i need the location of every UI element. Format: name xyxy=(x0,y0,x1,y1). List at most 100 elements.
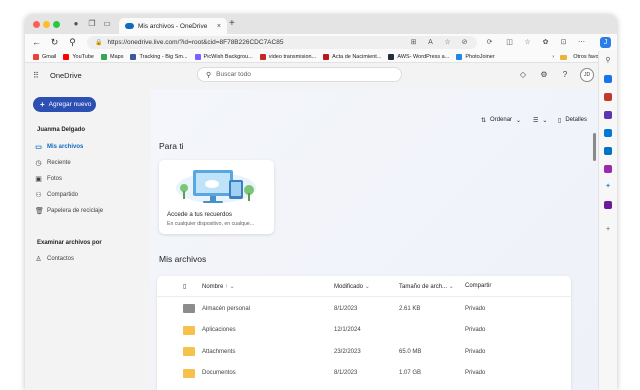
sidebar-tag-icon[interactable] xyxy=(604,75,612,83)
sidebar-add-icon[interactable]: + xyxy=(604,226,612,234)
tab-onedrive[interactable]: Mis archivos - OneDrive × xyxy=(119,18,227,34)
sidebar-copilot-icon[interactable] xyxy=(604,165,612,173)
copilot-icon[interactable]: J xyxy=(600,37,611,48)
sidebar-outlook-icon[interactable] xyxy=(604,147,612,155)
maximize-window-button[interactable] xyxy=(53,21,60,28)
premium-diamond-icon[interactable]: ◇ xyxy=(518,70,528,80)
profile-icon[interactable]: ● xyxy=(71,19,81,29)
file-name[interactable]: Aplicaciones xyxy=(202,327,236,333)
bookmark-favicon-icon xyxy=(323,53,330,60)
nav-item-my-files[interactable]: ▭ Mis archivos xyxy=(35,141,145,153)
app-name[interactable]: OneDrive xyxy=(50,71,82,80)
settings-gear-icon[interactable]: ⚙ xyxy=(539,70,549,80)
memories-illustration xyxy=(176,170,256,203)
bookmark-item[interactable]: PhotoJoiner xyxy=(456,53,495,60)
minimize-window-button[interactable] xyxy=(43,21,50,28)
browser-essentials-icon[interactable]: ⊡ xyxy=(559,38,568,47)
favorite-star-icon[interactable]: ☆ xyxy=(443,38,452,47)
people-icon: ⚇ xyxy=(35,192,42,199)
sidebar-search-icon[interactable]: ⚲ xyxy=(604,57,612,65)
nav-item-contacts[interactable]: ♙ Contactos xyxy=(35,253,145,265)
column-sharing[interactable]: Compartir xyxy=(465,283,491,289)
bookmark-item[interactable]: AWS- WordPress a... xyxy=(388,53,450,60)
bookmark-item[interactable]: YouTube xyxy=(63,53,94,60)
search-box[interactable]: ⚲ Buscar todo xyxy=(197,67,402,82)
sidebar-bird-icon[interactable]: ✦ xyxy=(604,183,612,191)
nav-item-photos[interactable]: ▣ Fotos xyxy=(35,173,145,185)
nav-item-shared[interactable]: ⚇ Compartido xyxy=(35,189,145,201)
details-button[interactable]: ▯ Detalles xyxy=(558,115,587,125)
column-label: Nombre xyxy=(202,283,224,290)
bookmark-favicon-icon xyxy=(33,53,39,60)
chevron-down-icon: ⌄ xyxy=(542,117,548,124)
table-row[interactable]: Aplicaciones 12/1/2024 Privado xyxy=(157,320,571,342)
bookmark-label: Acta de Nacimient... xyxy=(332,53,382,60)
column-modified[interactable]: Modificado ⌄ xyxy=(334,283,370,290)
contact-icon: ♙ xyxy=(35,256,42,263)
nav-label: Papelera de reciclaje xyxy=(47,208,104,214)
bookmark-item[interactable]: Tracking - Big Sm... xyxy=(130,53,188,60)
bookmark-item[interactable]: Gmail xyxy=(33,53,56,60)
bookmark-favicon-icon xyxy=(130,53,137,60)
view-options-button[interactable]: ☰ ⌄ xyxy=(533,115,547,125)
back-icon[interactable]: ← xyxy=(31,37,42,48)
bookmark-favicon-icon xyxy=(456,53,463,60)
folder-icon: ▭ xyxy=(35,144,42,151)
bookmark-item[interactable]: Maps xyxy=(101,53,123,60)
sidebar-game-icon[interactable] xyxy=(604,201,612,209)
sidebar-office-icon[interactable] xyxy=(604,129,612,137)
sort-button[interactable]: ⇅ Ordenar ⌄ xyxy=(481,115,521,125)
table-row[interactable]: Escritorio8/1/202313.3 KBPrivado xyxy=(157,384,571,390)
bookmark-favicon-icon xyxy=(194,53,201,60)
tab-strip: ● ❐ ▭ Mis archivos - OneDrive × + xyxy=(25,15,617,34)
search-icon[interactable]: ⚲ xyxy=(67,37,78,48)
avatar[interactable]: JD xyxy=(580,68,594,82)
column-size[interactable]: Tamaño de arch... ⌄ xyxy=(399,283,454,290)
address-bar[interactable]: 🔒 https://onedrive.live.com/?id=root&cid… xyxy=(87,36,477,49)
trash-icon: 🗑 xyxy=(35,208,44,215)
file-size: 1.07 GB xyxy=(399,370,422,377)
collections-icon[interactable]: ✿ xyxy=(541,38,550,47)
bookmark-item[interactable]: video transmision... xyxy=(259,53,317,60)
close-window-button[interactable] xyxy=(33,21,40,28)
file-sharing: Privado xyxy=(465,370,486,377)
table-row[interactable]: Documentos 8/1/2023 1.07 GB Privado xyxy=(157,363,571,385)
file-name[interactable]: Attachments xyxy=(202,349,235,355)
bookmark-item[interactable]: PicWish Backgrou... xyxy=(194,53,253,60)
block-icon[interactable]: ⊘ xyxy=(460,38,469,47)
help-icon[interactable]: ? xyxy=(560,70,570,80)
nav-item-recent[interactable]: ◷ Reciente xyxy=(35,157,145,169)
file-type-icon: ▯ xyxy=(183,283,187,290)
new-tab-button[interactable]: + xyxy=(229,19,235,29)
grid-icon[interactable]: ⊞ xyxy=(409,38,418,47)
sidebar-tools-icon[interactable] xyxy=(604,93,612,101)
read-aloud-icon[interactable]: A xyxy=(426,38,435,47)
file-name[interactable]: Documentos xyxy=(202,370,236,376)
bookmark-label: PhotoJoiner xyxy=(465,53,495,60)
close-tab-icon[interactable]: × xyxy=(217,23,221,30)
table-row[interactable]: Almacén personal 8/1/2023 2.61 KB Privado xyxy=(157,298,571,320)
favorites-icon[interactable]: ☆ xyxy=(523,38,532,47)
tab-actions-icon[interactable]: ▭ xyxy=(102,19,112,29)
file-sharing: Privado xyxy=(465,348,486,355)
bookmark-label: YouTube xyxy=(72,53,94,60)
left-navigation: + Agregar nuevo Juanma Delgado ▭ Mis arc… xyxy=(25,89,151,390)
workspaces-icon[interactable]: ❐ xyxy=(87,19,97,29)
bookmark-item[interactable]: Acta de Nacimient... xyxy=(323,53,382,60)
refresh-icon[interactable]: ↻ xyxy=(49,37,60,48)
sidebar-people-icon[interactable] xyxy=(604,111,612,119)
memories-card[interactable]: Accede a tus recuerdos En cualquier disp… xyxy=(159,160,274,234)
app-launcher-icon[interactable]: ⠿ xyxy=(33,71,42,80)
more-options-icon[interactable]: ⋯ xyxy=(577,38,586,47)
bookmark-label: video transmision... xyxy=(268,53,317,60)
split-screen-icon[interactable]: ◫ xyxy=(505,38,514,47)
nav-item-recycle-bin[interactable]: 🗑 Papelera de reciclaje xyxy=(35,205,145,217)
file-name[interactable]: Almacén personal xyxy=(202,306,250,312)
extensions-icon[interactable]: ⟳ xyxy=(485,38,494,47)
column-name[interactable]: Nombre ↑ ⌄ xyxy=(202,283,235,290)
table-row[interactable]: Attachments 23/2/2023 65.0 MB Privado xyxy=(157,341,571,363)
bookmark-label: AWS- WordPress a... xyxy=(397,53,450,60)
scrollbar[interactable] xyxy=(593,133,596,161)
add-new-button[interactable]: + Agregar nuevo xyxy=(33,97,96,112)
bookmark-favicon-icon xyxy=(259,53,266,60)
